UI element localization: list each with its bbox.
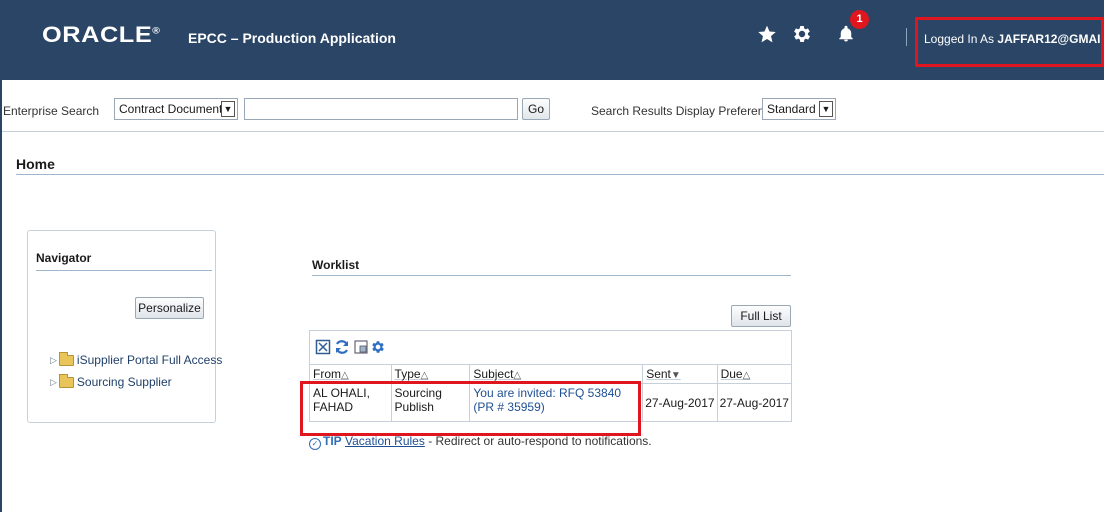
navigator-item-sourcing-supplier[interactable]: ▷ Sourcing Supplier [50, 373, 172, 390]
display-preference-label: Search Results Display Preference [591, 104, 778, 118]
display-preference-value: Standard [767, 102, 816, 116]
search-input[interactable] [244, 98, 518, 120]
search-category-value: Contract Documents [119, 102, 229, 116]
column-header-sent[interactable]: Sent▼ [642, 364, 718, 384]
sort-icon[interactable]: △ [341, 370, 349, 381]
oracle-logo[interactable]: ORACLE® [42, 22, 160, 48]
page-title: Home [16, 156, 55, 172]
worklist-title: Worklist [312, 258, 360, 272]
full-list-button[interactable]: Full List (1) [731, 305, 791, 343]
display-icon[interactable] [353, 339, 369, 355]
enterprise-search-label: Enterprise Search [3, 104, 100, 118]
check-circle-icon: ✓ [309, 438, 321, 450]
notification-count-badge[interactable]: 1 [850, 10, 869, 29]
navigator-item-label[interactable]: Sourcing Supplier [77, 375, 172, 389]
enterprise-search-bar: Enterprise Search Contract Documents ▼ G… [2, 88, 1104, 132]
navigator-item-isupplier[interactable]: ▷ iSupplier Portal Full Access [50, 351, 222, 368]
settings-gear-icon[interactable] [790, 22, 814, 46]
sort-icon[interactable]: ▼ [671, 370, 681, 381]
search-category-select[interactable]: Contract Documents ▼ [114, 98, 238, 120]
sort-icon[interactable]: △ [743, 370, 751, 381]
worklist-expand-icon[interactable] [315, 339, 331, 355]
favorites-star-icon[interactable] [755, 22, 779, 46]
expand-triangle-icon[interactable]: ▷ [50, 377, 57, 388]
display-preference-select[interactable]: Standard ▼ [762, 98, 836, 120]
folder-icon [58, 373, 74, 388]
page-title-divider [16, 174, 1104, 175]
tip-label: TIP [323, 434, 342, 448]
worklist-settings-icon[interactable] [370, 339, 386, 355]
sort-icon[interactable]: △ [513, 370, 521, 381]
refresh-icon[interactable] [334, 339, 350, 355]
vacation-rules-link[interactable]: Vacation Rules [345, 434, 425, 448]
expand-triangle-icon[interactable]: ▷ [50, 355, 57, 366]
sort-icon[interactable]: △ [421, 370, 429, 381]
notification-highlight-box [300, 381, 641, 436]
app-header: ORACLE® EPCC – Production Application 1 … [0, 0, 1104, 80]
worklist-toolbar [309, 330, 792, 364]
chevron-down-icon[interactable]: ▼ [221, 101, 235, 117]
tip-text: - Redirect or auto-respond to notificati… [428, 434, 652, 448]
navigator-panel: Navigator Personalize ▷ iSupplier Portal… [27, 230, 222, 423]
header-separator [906, 28, 907, 46]
app-title: EPCC – Production Application [188, 30, 396, 46]
login-highlight-box [915, 17, 1104, 67]
folder-icon [58, 351, 74, 366]
chevron-down-icon[interactable]: ▼ [819, 101, 833, 117]
navigator-divider [36, 270, 212, 271]
cell-sent: 27-Aug-2017 [642, 383, 718, 422]
personalize-button[interactable]: Personalize [135, 297, 204, 319]
cell-due: 27-Aug-2017 [716, 383, 793, 422]
oracle-logo-text: ORACLE [42, 22, 153, 47]
navigator-title: Navigator [36, 251, 92, 265]
page-left-border [0, 80, 2, 512]
column-header-due[interactable]: Due△ [716, 364, 793, 384]
vacation-rules-tip: ✓ TIP Vacation Rules - Redirect or auto-r… [309, 434, 652, 450]
navigator-item-label[interactable]: iSupplier Portal Full Access [77, 353, 222, 367]
worklist-divider [312, 275, 791, 276]
go-button[interactable]: Go [522, 98, 550, 120]
